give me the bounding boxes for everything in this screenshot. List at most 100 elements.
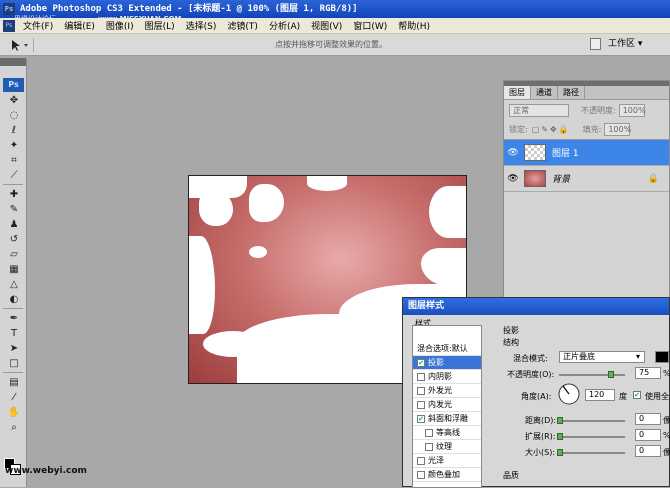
distance-slider[interactable]	[559, 420, 625, 422]
style-item-color-overlay[interactable]: 颜色叠加	[413, 468, 481, 482]
gradient-tool-icon[interactable]: ▦	[4, 262, 24, 276]
brush-tool-icon[interactable]: ✎	[4, 202, 24, 216]
dialog-title: 图层样式	[403, 298, 669, 315]
menu-image[interactable]: 图像(I)	[102, 19, 141, 32]
menu-edit[interactable]: 编辑(E)	[60, 19, 102, 32]
style-item-drop-shadow[interactable]: ✔ 投影	[413, 356, 481, 370]
lock-icons[interactable]: ▢✎✥🔒	[532, 125, 571, 134]
blend-mode-label: 混合模式:	[513, 354, 548, 363]
zoom-tool-icon[interactable]: ⌕	[4, 420, 24, 434]
checkbox[interactable]	[417, 456, 425, 465]
crop-tool-icon[interactable]: ⌗	[4, 153, 24, 167]
eye-icon[interactable]: 👁	[504, 174, 522, 184]
ps-logo: Ps	[3, 78, 24, 92]
checkbox[interactable]	[425, 428, 433, 437]
spread-input[interactable]: 0	[635, 429, 661, 441]
tab-layers[interactable]: 图层	[504, 86, 531, 99]
menu-filter[interactable]: 滤镜(T)	[223, 19, 265, 32]
layer-row-layer1[interactable]: 👁 图层 1	[504, 140, 669, 166]
notes-tool-icon[interactable]: ▤	[4, 375, 24, 389]
hand-tool-icon[interactable]: ✋	[4, 405, 24, 419]
checkbox[interactable]	[417, 372, 425, 381]
workspace-menu[interactable]: 工作区 ▾	[604, 36, 666, 53]
menu-select[interactable]: 选择(S)	[182, 19, 224, 32]
lock-label: 锁定:	[509, 125, 528, 134]
tools-header[interactable]	[0, 58, 26, 66]
opacity-slider[interactable]	[559, 374, 625, 376]
size-slider[interactable]	[559, 452, 625, 454]
blur-tool-icon[interactable]: △	[4, 277, 24, 291]
checkbox[interactable]: ✔	[417, 358, 425, 367]
menu-analysis[interactable]: 分析(A)	[265, 19, 307, 32]
lasso-tool-icon[interactable]: ℓ	[4, 123, 24, 137]
shape-tool-icon[interactable]: □	[4, 356, 24, 370]
opacity-field[interactable]: 100%	[618, 103, 646, 117]
style-item-outer-glow[interactable]: 外发光	[413, 384, 481, 398]
style-item-inner-shadow[interactable]: 内阴影	[413, 370, 481, 384]
style-item-inner-glow[interactable]: 内发光	[413, 398, 481, 412]
size-input[interactable]: 0	[635, 445, 661, 457]
history-brush-tool-icon[interactable]: ↺	[4, 232, 24, 246]
distance-slider-handle[interactable]	[557, 417, 563, 424]
healing-tool-icon[interactable]: ✚	[4, 187, 24, 201]
size-slider-handle[interactable]	[557, 449, 563, 456]
checkbox[interactable]	[425, 442, 433, 451]
global-light-label: 使用全局	[645, 392, 670, 401]
blend-mode-select[interactable]: 正片叠底	[559, 351, 645, 363]
layer-row-background[interactable]: 👁 背景 🔒	[504, 166, 669, 192]
tools-divider	[3, 372, 23, 373]
canvas-white-region	[421, 248, 466, 286]
checkbox[interactable]	[417, 470, 425, 479]
blend-options-item[interactable]: 混合选项:默认	[413, 342, 481, 356]
tools-divider	[3, 308, 23, 309]
slice-tool-icon[interactable]: ⟋	[4, 168, 24, 182]
checkbox[interactable]: ✔	[417, 414, 425, 423]
pen-tool-icon[interactable]: ✒	[4, 311, 24, 325]
ps-menu-icon[interactable]: Ps	[3, 19, 15, 32]
type-tool-icon[interactable]: T	[4, 326, 24, 340]
opacity-slider-handle[interactable]	[608, 371, 614, 378]
tools-divider	[3, 184, 23, 185]
move-tool-icon[interactable]: ✥	[4, 93, 24, 107]
tab-channels[interactable]: 通道	[531, 86, 558, 99]
section-title: 投影	[503, 326, 519, 335]
menu-view[interactable]: 视图(V)	[307, 19, 349, 32]
opacity-label: 不透明度(O):	[507, 370, 555, 379]
angle-dial-icon[interactable]	[557, 382, 581, 406]
style-item-satin[interactable]: 光泽	[413, 454, 481, 468]
global-light-checkbox[interactable]: ✔	[633, 391, 641, 399]
tab-paths[interactable]: 路径	[558, 86, 585, 99]
opacity-input[interactable]: 75	[635, 367, 661, 379]
checkbox[interactable]	[417, 400, 425, 409]
layer-thumbnail	[524, 170, 546, 187]
menu-layer[interactable]: 图层(L)	[141, 19, 182, 32]
menu-file[interactable]: 文件(F)	[19, 19, 60, 32]
angle-input[interactable]: 120	[585, 389, 615, 401]
fill-field[interactable]: 100%	[604, 123, 631, 136]
document-icon[interactable]	[590, 38, 601, 50]
canvas-white-region	[199, 190, 233, 226]
style-item-contour[interactable]: 等高线	[413, 426, 481, 440]
shadow-color-swatch[interactable]	[655, 351, 669, 363]
checkbox[interactable]	[417, 386, 425, 395]
eraser-tool-icon[interactable]: ▱	[4, 247, 24, 261]
menu-window[interactable]: 窗口(W)	[349, 19, 394, 32]
chevron-down-icon[interactable]: ▾	[636, 352, 640, 361]
eyedropper-tool-icon[interactable]: ⁄	[4, 390, 24, 404]
spread-slider[interactable]	[559, 436, 625, 438]
eye-icon[interactable]: 👁	[504, 148, 522, 158]
dodge-tool-icon[interactable]: ◐	[4, 292, 24, 306]
path-select-tool-icon[interactable]: ➤	[4, 341, 24, 355]
blend-mode-select[interactable]: 正常	[509, 103, 569, 117]
menu-help[interactable]: 帮助(H)	[394, 19, 437, 32]
magic-wand-tool-icon[interactable]: ✦	[4, 138, 24, 152]
style-item-bevel-emboss[interactable]: ✔ 斜面和浮雕	[413, 412, 481, 426]
distance-input[interactable]: 0	[635, 413, 661, 425]
current-tool-move-icon[interactable]	[8, 38, 34, 52]
spread-slider-handle[interactable]	[557, 433, 563, 440]
menu-bar: Ps 文件(F) 编辑(E) 图像(I) 图层(L) 选择(S) 滤镜(T) 分…	[0, 18, 670, 34]
marquee-tool-icon[interactable]: ◌	[4, 108, 24, 122]
layer-thumbnail	[524, 144, 546, 161]
stamp-tool-icon[interactable]: ♟	[4, 217, 24, 231]
style-item-texture[interactable]: 纹理	[413, 440, 481, 454]
